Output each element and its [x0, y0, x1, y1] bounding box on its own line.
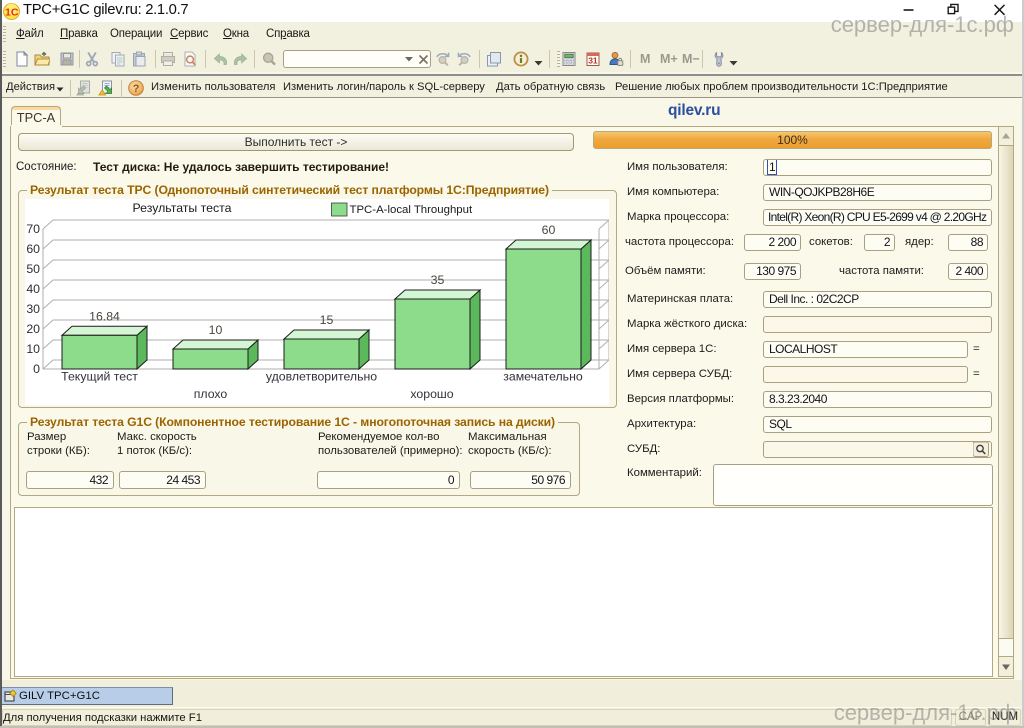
svg-text:15: 15 [320, 313, 334, 327]
svg-text:хорошо: хорошо [410, 387, 453, 401]
svg-text:16.84: 16.84 [89, 309, 120, 323]
svg-text:Результаты теста: Результаты теста [133, 201, 232, 215]
svg-text:20: 20 [26, 322, 40, 336]
svg-text:плохо: плохо [194, 387, 228, 401]
svg-text:10: 10 [209, 323, 223, 337]
svg-text:30: 30 [26, 302, 40, 316]
svg-text:70: 70 [26, 222, 40, 236]
svg-text:40: 40 [26, 282, 40, 296]
svg-text:TPC-A-local Throughput: TPC-A-local Throughput [350, 204, 473, 216]
svg-text:замечательно: замечательно [503, 370, 583, 384]
svg-text:Текущий тест: Текущий тест [61, 370, 138, 384]
svg-text:50: 50 [26, 262, 40, 276]
svg-text:31: 31 [588, 56, 598, 66]
svg-text:?: ? [133, 83, 140, 95]
svg-text:0: 0 [33, 362, 40, 376]
svg-text:60: 60 [26, 242, 40, 256]
svg-text:60: 60 [542, 223, 556, 237]
svg-text:35: 35 [431, 273, 445, 287]
svg-text:удовлетворительно: удовлетворительно [266, 370, 377, 384]
svg-text:10: 10 [26, 342, 40, 356]
